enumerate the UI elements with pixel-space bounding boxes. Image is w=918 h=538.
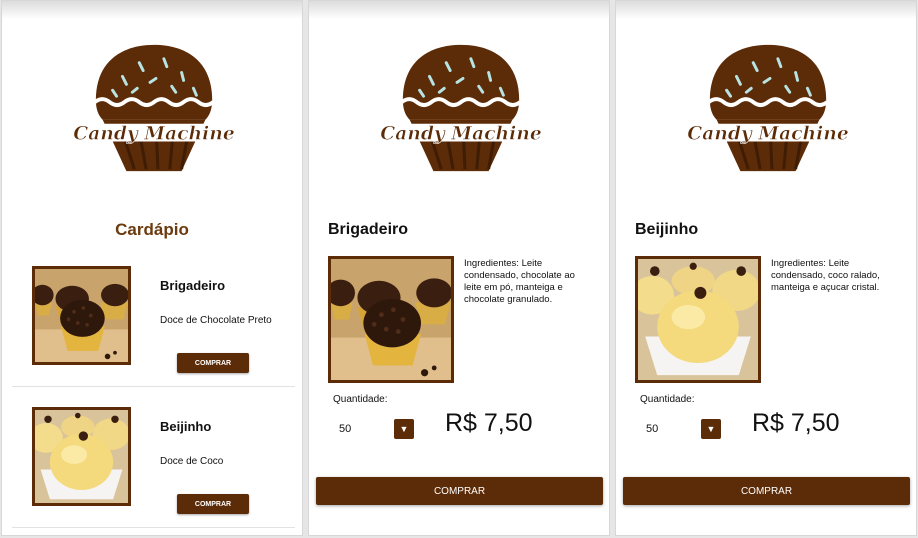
item-name: Brigadeiro bbox=[160, 278, 226, 293]
quantity-dropdown[interactable]: ▼ bbox=[701, 419, 721, 439]
quantity-label: Quantidade: bbox=[640, 394, 695, 405]
beijinho-image bbox=[635, 256, 761, 383]
price: R$ 7,50 bbox=[752, 409, 840, 437]
quantity-label: Quantidade: bbox=[333, 394, 388, 405]
quantity-dropdown[interactable]: ▼ bbox=[394, 419, 414, 439]
beijinho-image bbox=[32, 407, 131, 506]
price: R$ 7,50 bbox=[445, 409, 533, 437]
brigadeiro-image bbox=[328, 256, 454, 383]
item-description: Doce de Coco bbox=[160, 456, 224, 467]
ingredients-text: Ingredientes: Leite condensado, chocolat… bbox=[464, 258, 575, 305]
menu-screen: Cardápio Brigadeiro Doce de Chocolate Pr… bbox=[1, 0, 303, 536]
brigadeiro-detail-screen: Brigadeiro Ingredientes: Leite condensad… bbox=[308, 0, 610, 536]
quantity-value[interactable]: 50 bbox=[646, 423, 658, 435]
list-item-beijinho[interactable]: Beijinho Doce de Coco COMPRAR bbox=[12, 388, 295, 528]
ingredients-text: Ingredientes: Leite condensado, coco ral… bbox=[771, 258, 880, 293]
list-item-brigadeiro[interactable]: Brigadeiro Doce de Chocolate Preto COMPR… bbox=[12, 247, 295, 387]
beijinho-detail-screen: Beijinho Ingredientes: Leite condensado,… bbox=[615, 0, 917, 536]
chevron-down-icon: ▼ bbox=[706, 424, 716, 434]
candy-machine-logo bbox=[71, 42, 237, 174]
buy-button[interactable]: COMPRAR bbox=[316, 477, 603, 505]
item-description: Doce de Chocolate Preto bbox=[160, 315, 272, 326]
candy-machine-logo bbox=[685, 42, 851, 174]
buy-button[interactable]: COMPRAR bbox=[623, 477, 910, 505]
product-title: Beijinho bbox=[635, 221, 699, 238]
item-name: Beijinho bbox=[160, 419, 212, 434]
candy-machine-logo bbox=[378, 42, 544, 174]
chevron-down-icon: ▼ bbox=[399, 424, 409, 434]
product-title: Brigadeiro bbox=[328, 221, 409, 238]
quantity-value[interactable]: 50 bbox=[339, 423, 351, 435]
buy-brigadeiro-button[interactable]: COMPRAR bbox=[177, 353, 249, 373]
buy-beijinho-button[interactable]: COMPRAR bbox=[177, 494, 249, 514]
menu-title: Cardápio bbox=[115, 220, 189, 239]
brigadeiro-image bbox=[32, 266, 131, 365]
